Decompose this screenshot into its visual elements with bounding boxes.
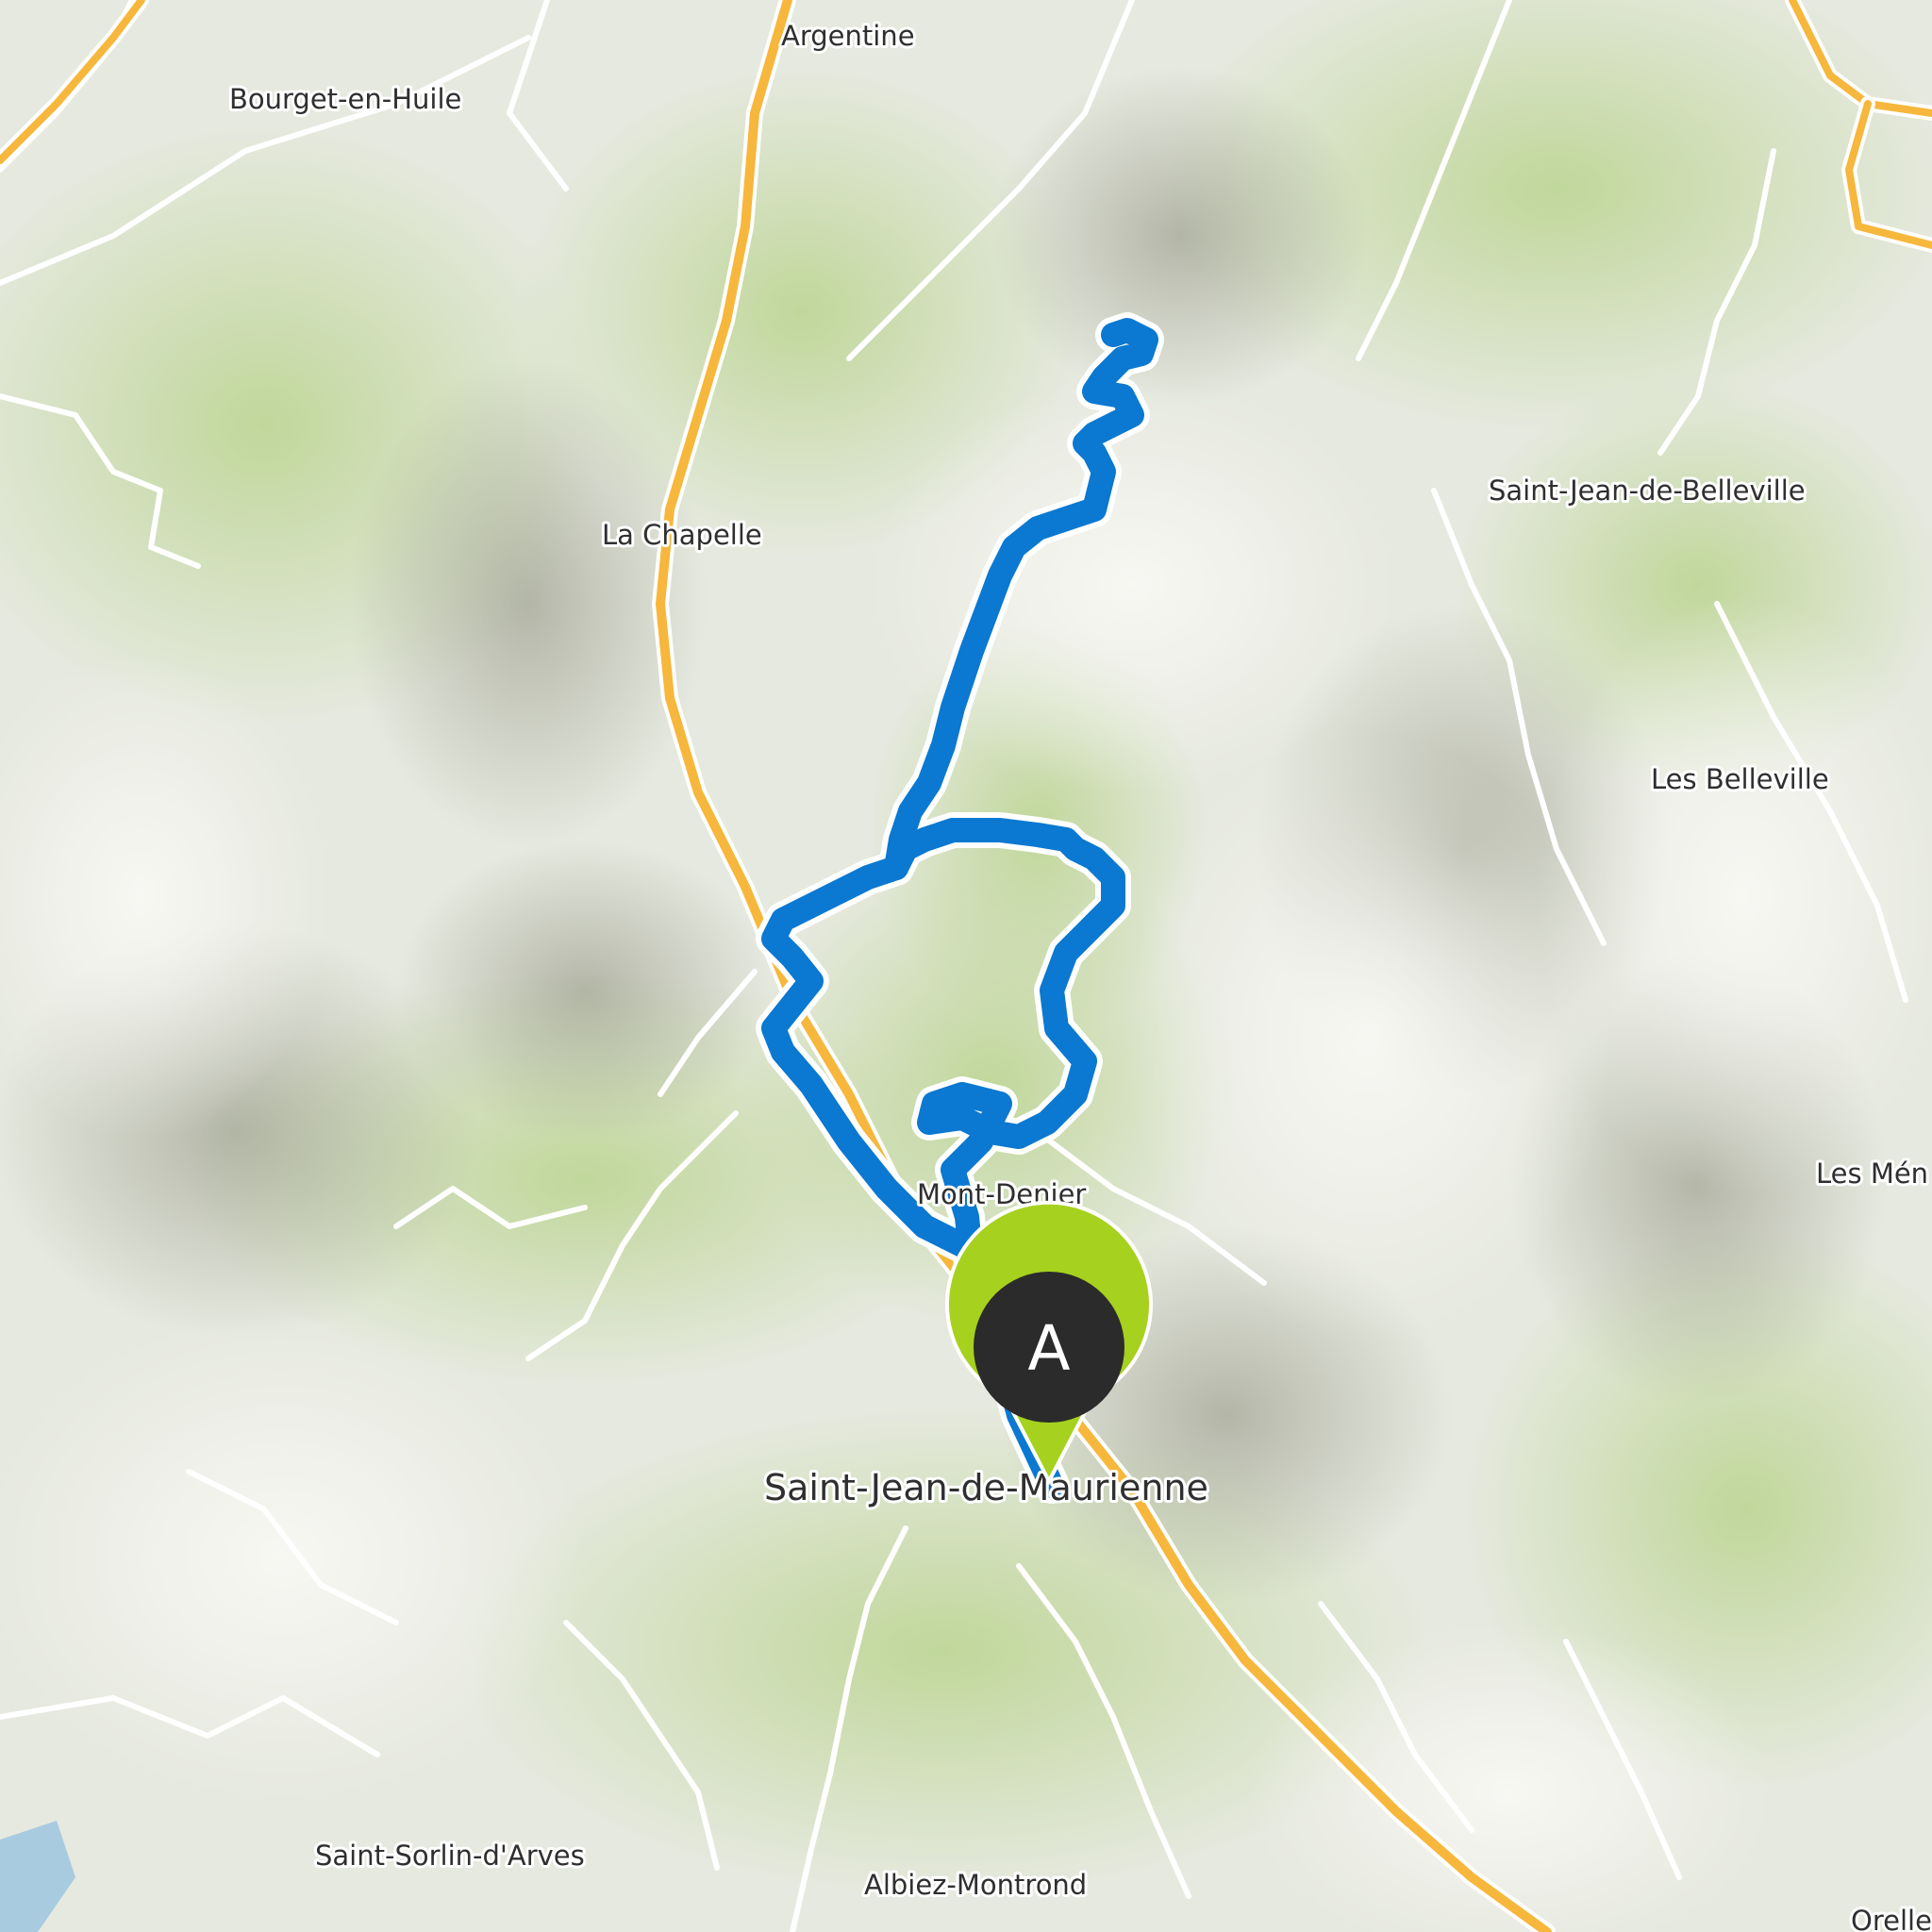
place-label-la-chapelle[interactable]: La Chapelle	[599, 516, 765, 554]
terrain-layer	[0, 0, 1932, 1932]
start-marker-label: A	[1027, 1312, 1070, 1385]
place-label-saint-jean-de-maurienne[interactable]: Saint-Jean-de-Maurienne	[761, 1464, 1211, 1511]
place-label-bourget-en-huile[interactable]: Bourget-en-Huile	[226, 80, 464, 118]
map-svg: Argentine Bourget-en-Huile La Chapelle S…	[0, 0, 1932, 1932]
place-label-argentine[interactable]: Argentine	[778, 17, 918, 55]
place-label-albiez-montrond[interactable]: Albiez-Montrond	[861, 1866, 1090, 1904]
map-canvas[interactable]: Argentine Bourget-en-Huile La Chapelle S…	[0, 0, 1932, 1932]
place-label-orelle[interactable]: Orelle	[1848, 1902, 1932, 1932]
place-label-les-menuires[interactable]: Les Mén	[1813, 1155, 1931, 1192]
place-label-saint-sorlin-d-arves[interactable]: Saint-Sorlin-d'Arves	[312, 1837, 588, 1874]
place-label-saint-jean-de-belleville[interactable]: Saint-Jean-de-Belleville	[1486, 472, 1808, 509]
place-label-les-belleville[interactable]: Les Belleville	[1648, 760, 1832, 798]
